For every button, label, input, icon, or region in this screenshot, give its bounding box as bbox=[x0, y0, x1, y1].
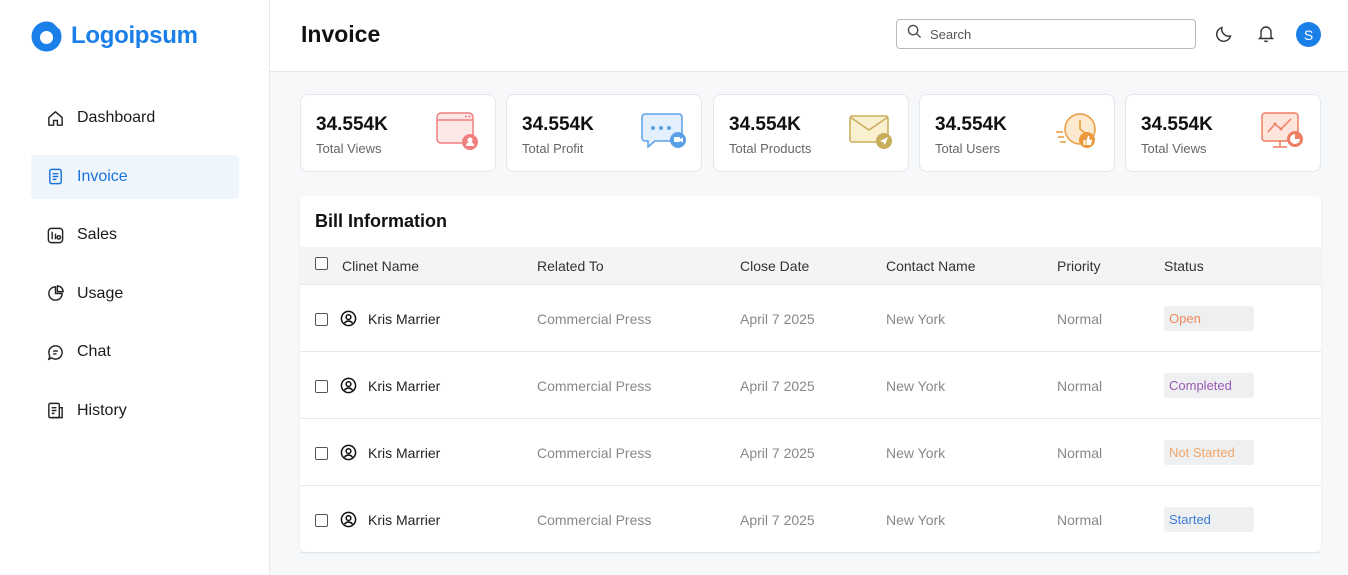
stat-label: Total Products bbox=[729, 141, 812, 156]
stat-label: Total Views bbox=[316, 141, 382, 156]
stat-label: Total Profit bbox=[522, 141, 584, 156]
stat-card: 34.554K Total Views bbox=[1125, 94, 1321, 172]
mail-send-icon bbox=[849, 115, 892, 149]
stat-card: 34.554K Total Profit bbox=[506, 94, 702, 172]
avatar[interactable]: S bbox=[1296, 22, 1321, 47]
bill-information-panel: Bill Information Clinet Name Related To … bbox=[300, 196, 1321, 553]
table-row[interactable]: Kris Marrier Commercial Press April 7 20… bbox=[300, 352, 1321, 419]
search-box[interactable] bbox=[896, 19, 1196, 49]
client-name: Kris Marrier bbox=[368, 311, 441, 327]
column-header[interactable]: Clinet Name bbox=[342, 258, 419, 274]
related-to: Commercial Press bbox=[537, 378, 652, 394]
document-icon bbox=[46, 167, 65, 186]
pie-chart-icon bbox=[46, 284, 65, 303]
user-icon bbox=[340, 310, 357, 327]
close-date: April 7 2025 bbox=[740, 445, 815, 461]
client-name: Kris Marrier bbox=[368, 378, 441, 394]
user-icon bbox=[340, 377, 357, 394]
user-icon bbox=[340, 444, 357, 461]
logo[interactable]: Logoipsum bbox=[30, 19, 198, 52]
clock-like-icon bbox=[1056, 113, 1096, 148]
stat-label: Total Views bbox=[1141, 141, 1207, 156]
user-icon bbox=[340, 511, 357, 528]
stat-card: 34.554K Total Products bbox=[713, 94, 909, 172]
contact-name: New York bbox=[886, 512, 946, 528]
select-all-checkbox[interactable] bbox=[315, 257, 328, 270]
column-header[interactable]: Close Date bbox=[740, 258, 809, 274]
sidebar-nav: Dashboard Invoice Sales Usage Chat Histo… bbox=[31, 96, 239, 447]
sidebar-item-label: Chat bbox=[77, 343, 111, 360]
section-title: Bill Information bbox=[315, 211, 447, 231]
row-checkbox[interactable] bbox=[315, 514, 328, 527]
brand-name: Logoipsum bbox=[71, 21, 198, 49]
contact-name: New York bbox=[886, 378, 946, 394]
home-icon bbox=[46, 109, 65, 128]
moon-icon[interactable] bbox=[1214, 22, 1236, 44]
stat-card: 34.554K Total Users bbox=[919, 94, 1115, 172]
stat-value: 34.554K bbox=[316, 114, 388, 135]
priority: Normal bbox=[1057, 378, 1103, 394]
sidebar-item-chat[interactable]: Chat bbox=[31, 330, 239, 374]
sidebar-item-history[interactable]: History bbox=[31, 389, 239, 433]
row-checkbox[interactable] bbox=[315, 313, 328, 326]
page-title: Invoice bbox=[301, 21, 381, 47]
status-badge: Not Started bbox=[1164, 440, 1254, 465]
status-badge: Started bbox=[1164, 507, 1254, 532]
sales-icon bbox=[46, 226, 65, 245]
stat-card: 34.554K Total Views bbox=[300, 94, 496, 172]
related-to: Commercial Press bbox=[537, 512, 652, 528]
browser-user-icon bbox=[436, 112, 478, 150]
search-icon bbox=[907, 24, 922, 44]
sidebar-item-label: Sales bbox=[77, 226, 118, 243]
stat-value: 34.554K bbox=[935, 114, 1007, 135]
history-icon bbox=[46, 401, 65, 420]
row-checkbox[interactable] bbox=[315, 380, 328, 393]
stat-value: 34.554K bbox=[729, 114, 801, 135]
stat-value: 34.554K bbox=[522, 114, 594, 135]
contact-name: New York bbox=[886, 311, 946, 327]
column-header[interactable]: Status bbox=[1164, 258, 1204, 274]
sidebar-item-label: Usage bbox=[77, 284, 124, 302]
column-header[interactable]: Related To bbox=[537, 258, 604, 274]
status-badge: Open bbox=[1164, 306, 1254, 331]
stat-label: Total Users bbox=[935, 141, 1001, 156]
client-name: Kris Marrier bbox=[368, 512, 441, 528]
contact-name: New York bbox=[886, 445, 946, 461]
table-row[interactable]: Kris Marrier Commercial Press April 7 20… bbox=[300, 285, 1321, 352]
client-name: Kris Marrier bbox=[368, 445, 441, 461]
priority: Normal bbox=[1057, 512, 1103, 528]
close-date: April 7 2025 bbox=[740, 512, 815, 528]
search-input[interactable] bbox=[930, 26, 1170, 42]
sidebar-item-usage[interactable]: Usage bbox=[31, 272, 239, 316]
related-to: Commercial Press bbox=[537, 311, 652, 327]
table-row[interactable]: Kris Marrier Commercial Press April 7 20… bbox=[300, 419, 1321, 486]
analytics-screen-icon bbox=[1261, 112, 1303, 148]
sidebar: Logoipsum Dashboard Invoice Sales Usage bbox=[0, 0, 270, 575]
priority: Normal bbox=[1057, 445, 1103, 461]
sidebar-item-invoice[interactable]: Invoice bbox=[31, 154, 239, 199]
sidebar-item-sales[interactable]: Sales bbox=[31, 213, 239, 257]
topbar: Invoice S bbox=[270, 0, 1348, 72]
sidebar-item-dashboard[interactable]: Dashboard bbox=[31, 96, 239, 140]
chat-bubble-icon bbox=[641, 113, 686, 149]
bell-icon[interactable] bbox=[1255, 22, 1277, 44]
chat-icon bbox=[46, 343, 65, 362]
sidebar-item-label: Dashboard bbox=[77, 109, 156, 126]
related-to: Commercial Press bbox=[537, 445, 652, 461]
logo-icon bbox=[31, 21, 62, 52]
stat-value: 34.554K bbox=[1141, 114, 1213, 135]
close-date: April 7 2025 bbox=[740, 378, 815, 394]
sidebar-item-label: Invoice bbox=[77, 167, 128, 185]
table-header: Clinet Name Related To Close Date Contac… bbox=[300, 247, 1321, 285]
close-date: April 7 2025 bbox=[740, 311, 815, 327]
column-header[interactable]: Priority bbox=[1057, 258, 1101, 274]
status-badge: Completed bbox=[1164, 373, 1254, 398]
table-row[interactable]: Kris Marrier Commercial Press April 7 20… bbox=[300, 486, 1321, 553]
row-checkbox[interactable] bbox=[315, 447, 328, 460]
column-header[interactable]: Contact Name bbox=[886, 258, 975, 274]
sidebar-item-label: History bbox=[77, 401, 127, 419]
priority: Normal bbox=[1057, 311, 1103, 327]
